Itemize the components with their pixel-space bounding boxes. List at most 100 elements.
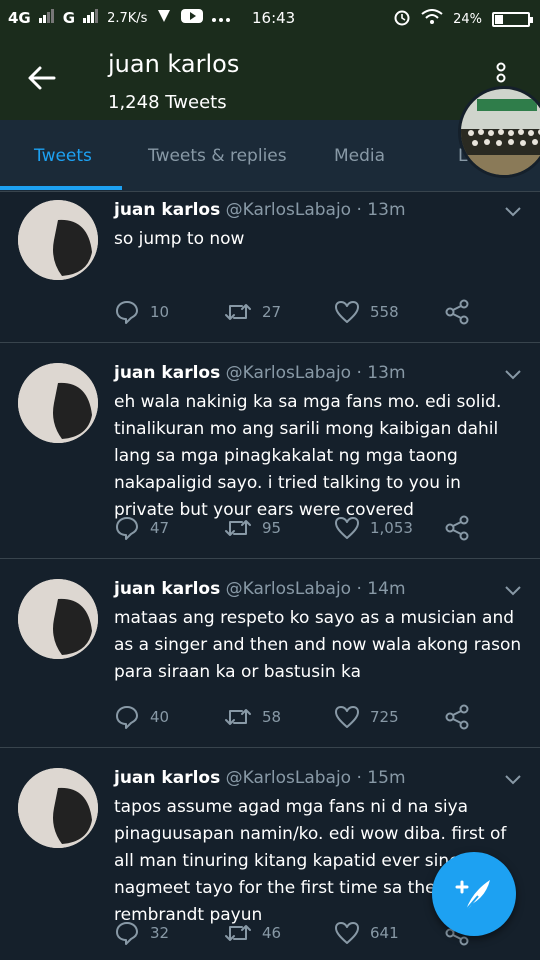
reply-icon — [116, 922, 138, 945]
author-handle[interactable]: @KarlosLabajo — [226, 200, 351, 220]
active-tab-indicator — [0, 186, 122, 190]
reply-count: 32 — [150, 924, 170, 942]
wifi-icon — [421, 9, 443, 29]
reply-button[interactable]: 32 — [114, 920, 169, 946]
battery-percent: 24% — [453, 11, 482, 27]
header-name: juan karlos — [108, 50, 240, 78]
tweet-text: so jump to now — [114, 229, 245, 249]
tweet-feed: juan karlos @KarlosLabajo · 13m so jump … — [0, 192, 540, 960]
reply-button[interactable]: 47 — [114, 515, 169, 541]
like-button[interactable]: 558 — [334, 299, 399, 325]
share-button[interactable] — [444, 704, 470, 730]
tweet-actions: 47 95 1,053 — [114, 515, 494, 541]
retweet-count: 58 — [262, 708, 282, 726]
retweet-button[interactable]: 46 — [224, 920, 281, 946]
reply-count: 47 — [150, 519, 170, 537]
share-icon — [445, 704, 469, 730]
like-count: 558 — [370, 303, 399, 321]
share-icon — [445, 299, 469, 325]
tab-media[interactable]: Media — [334, 146, 385, 166]
reply-count: 40 — [150, 708, 170, 726]
heart-icon — [335, 517, 359, 539]
author-avatar[interactable] — [18, 200, 98, 280]
reply-button[interactable]: 40 — [114, 704, 169, 730]
avatar-image — [18, 768, 98, 848]
tweet-time: · 13m — [356, 363, 406, 383]
retweet-button[interactable]: 58 — [224, 704, 281, 730]
avatar-image — [18, 363, 98, 443]
like-button[interactable]: 725 — [334, 704, 399, 730]
download-icon — [155, 8, 173, 28]
retweet-count: 46 — [262, 924, 282, 942]
tweet-text: mataas ang respeto ko sayo as a musician… — [114, 608, 522, 682]
network-indicator-1: 4G — [8, 9, 31, 27]
tweet-actions: 10 27 558 — [114, 299, 494, 325]
reply-button[interactable]: 10 — [114, 299, 169, 325]
chevron-down-icon[interactable] — [504, 369, 522, 381]
tweet-item[interactable]: juan karlos @KarlosLabajo · 13m eh wala … — [0, 343, 540, 559]
profile-header: juan karlos 1,248 Tweets — [0, 36, 540, 120]
author-handle[interactable]: @KarlosLabajo — [226, 579, 351, 599]
tweet-time: · 15m — [356, 768, 406, 788]
reply-icon — [116, 517, 138, 540]
status-right: 24% — [393, 8, 533, 30]
like-button[interactable]: 1,053 — [334, 515, 413, 541]
status-left: 4G G 2.7K/s — [8, 8, 231, 28]
chevron-down-icon[interactable] — [504, 774, 522, 786]
author-name[interactable]: juan karlos — [114, 579, 220, 599]
retweet-count: 27 — [262, 303, 282, 321]
battery-level — [495, 14, 503, 24]
network-speed: 2.7K/s — [107, 10, 148, 26]
author-handle[interactable]: @KarlosLabajo — [226, 363, 351, 383]
retweet-button[interactable]: 27 — [224, 299, 281, 325]
share-icon — [445, 515, 469, 541]
retweet-icon — [225, 304, 251, 320]
tweet-time: · 14m — [356, 579, 406, 599]
compose-feather-icon — [455, 880, 490, 911]
retweet-icon — [225, 709, 251, 725]
author-avatar[interactable] — [18, 579, 98, 659]
share-button[interactable] — [444, 515, 470, 541]
author-name[interactable]: juan karlos — [114, 768, 220, 788]
signal-icon — [38, 9, 55, 27]
tab-tweets[interactable]: Tweets — [34, 146, 92, 166]
like-count: 725 — [370, 708, 399, 726]
youtube-icon — [181, 8, 204, 28]
like-count: 1,053 — [370, 519, 413, 537]
heart-icon — [335, 706, 359, 728]
reply-icon — [116, 301, 138, 324]
retweet-button[interactable]: 95 — [224, 515, 281, 541]
retweet-count: 95 — [262, 519, 282, 537]
chevron-down-icon[interactable] — [504, 206, 522, 218]
chevron-down-icon[interactable] — [504, 585, 522, 597]
author-name[interactable]: juan karlos — [114, 200, 220, 220]
tweet-meta: juan karlos @KarlosLabajo · 15m — [114, 768, 406, 788]
battery-icon — [492, 11, 533, 27]
tweet-text: eh wala nakinig ka sa mga fans mo. edi s… — [114, 392, 502, 520]
tweet-meta: juan karlos @KarlosLabajo · 14m — [114, 579, 406, 599]
tweet-item[interactable]: juan karlos @KarlosLabajo · 14m mataas a… — [0, 559, 540, 748]
tweet-item[interactable]: juan karlos @KarlosLabajo · 13m so jump … — [0, 192, 540, 343]
author-avatar[interactable] — [18, 363, 98, 443]
like-button[interactable]: 641 — [334, 920, 399, 946]
back-arrow-icon[interactable] — [26, 62, 58, 94]
author-name[interactable]: juan karlos — [114, 363, 220, 383]
group-photo-image — [461, 89, 540, 175]
like-count: 641 — [370, 924, 399, 942]
author-avatar[interactable] — [18, 768, 98, 848]
author-handle[interactable]: @KarlosLabajo — [226, 768, 351, 788]
retweet-icon — [225, 520, 251, 536]
tweet-actions: 40 58 725 — [114, 704, 494, 730]
reply-icon — [116, 706, 138, 729]
retweet-icon — [225, 925, 251, 941]
share-button[interactable] — [444, 299, 470, 325]
tweet-meta: juan karlos @KarlosLabajo · 13m — [114, 363, 406, 383]
profile-avatar[interactable] — [458, 86, 540, 178]
tweet-count: 1,248 Tweets — [108, 92, 227, 113]
compose-tweet-button[interactable] — [432, 852, 516, 936]
network-indicator-2: G — [62, 9, 76, 27]
tab-tweets-and-replies[interactable]: Tweets & replies — [148, 146, 287, 166]
reply-count: 10 — [150, 303, 170, 321]
alarm-icon — [393, 8, 411, 30]
more-notifications-icon — [211, 9, 231, 27]
